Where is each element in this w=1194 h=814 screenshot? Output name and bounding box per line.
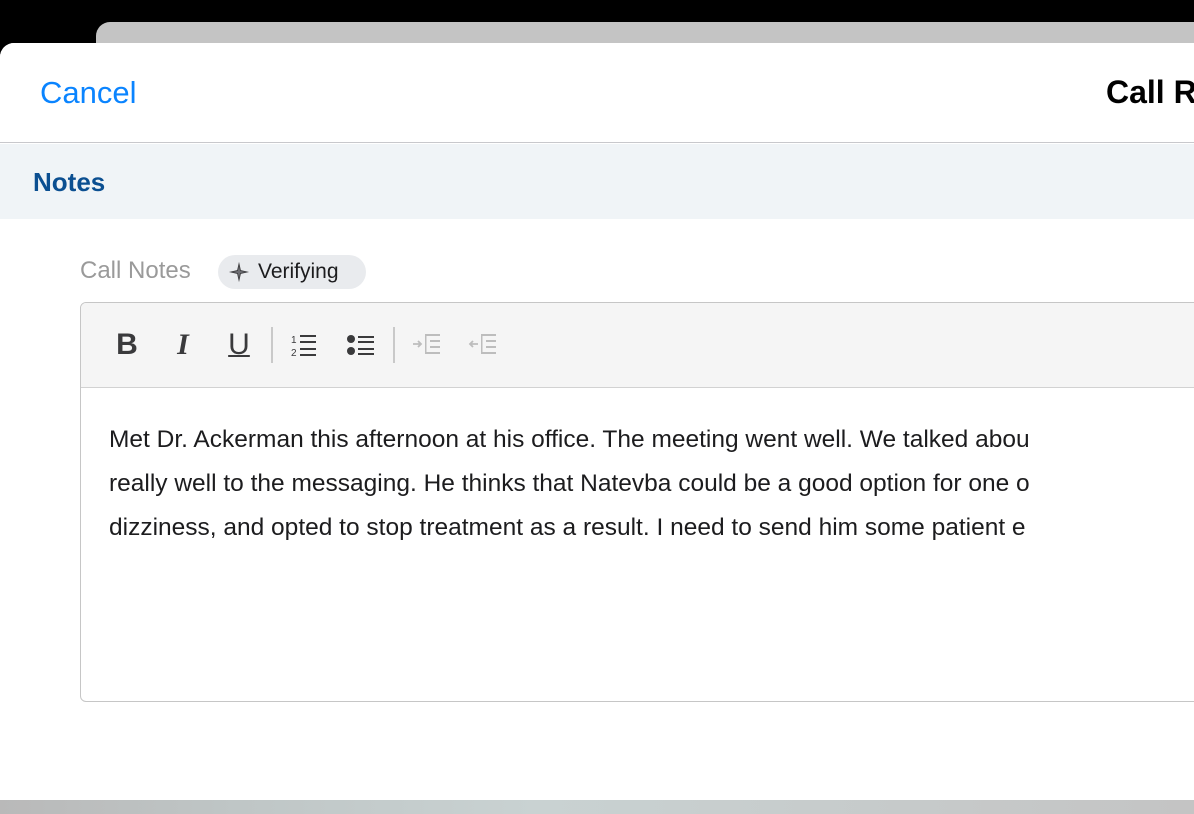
svg-text:1: 1 — [291, 335, 297, 346]
text-line: dizziness, and opted to stop treatment a… — [109, 514, 1026, 541]
text-line: really well to the messaging. He thinks … — [109, 470, 1030, 497]
call-notes-label: Call Notes — [80, 257, 191, 284]
badge-label: Verifying — [258, 260, 339, 283]
navigation-bar: Cancel Call R — [0, 43, 1194, 143]
underline-icon: U — [228, 328, 250, 361]
section-title: Notes — [33, 167, 106, 197]
formatting-toolbar: B I U 1 2 — [81, 303, 1194, 388]
page-title: Call R — [1106, 74, 1194, 110]
italic-icon: I — [177, 328, 189, 361]
bulleted-list-icon — [347, 335, 374, 355]
outdent-icon — [468, 334, 496, 354]
background-strip — [0, 800, 1194, 814]
indent-icon — [413, 334, 440, 354]
underline-button[interactable]: U — [221, 327, 257, 363]
call-notes-editor[interactable]: B I U 1 2 Met Dr. Ackerman this afternoo… — [80, 302, 1194, 702]
sparkle-icon — [228, 261, 250, 283]
bold-button[interactable]: B — [109, 327, 145, 363]
toolbar-divider — [271, 327, 273, 363]
cancel-button[interactable]: Cancel — [40, 75, 137, 111]
call-notes-text[interactable]: Met Dr. Ackerman this afternoon at his o… — [109, 418, 1194, 550]
svg-text:2: 2 — [291, 348, 297, 358]
bold-icon: B — [116, 328, 138, 361]
text-line: Met Dr. Ackerman this afternoon at his o… — [109, 426, 1030, 453]
outdent-button[interactable] — [465, 327, 501, 363]
call-report-sheet: Cancel Call R Notes Call Notes Verifying… — [0, 43, 1194, 800]
toolbar-divider — [393, 327, 395, 363]
italic-button[interactable]: I — [165, 327, 201, 363]
notes-section-header: Notes — [0, 144, 1194, 219]
verifying-badge: Verifying — [218, 255, 366, 289]
numbered-list-button[interactable]: 1 2 — [286, 327, 322, 363]
bulleted-list-button[interactable] — [343, 327, 379, 363]
numbered-list-icon: 1 2 — [291, 335, 316, 358]
indent-button[interactable] — [409, 327, 445, 363]
